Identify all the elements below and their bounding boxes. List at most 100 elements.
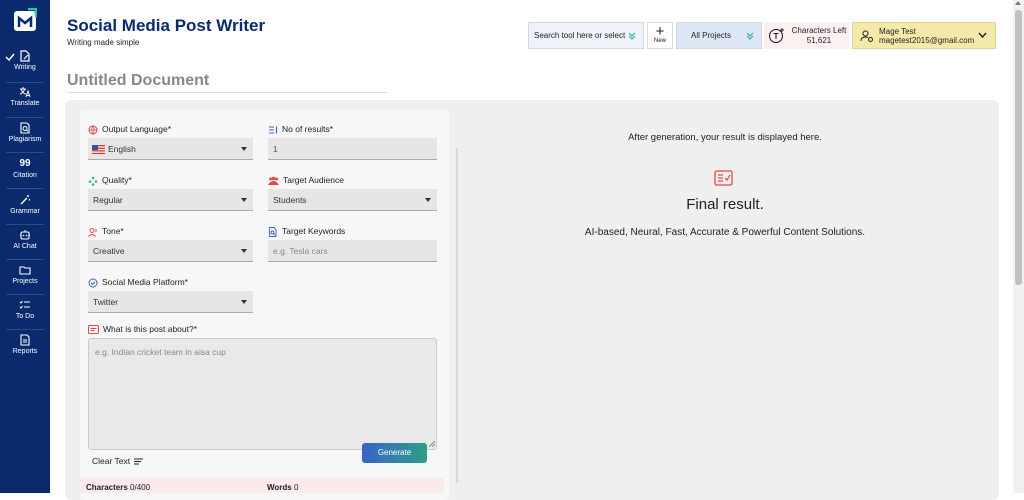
document-title[interactable]: Untitled Document [67,72,387,93]
message-icon [88,325,99,335]
new-label: New [653,38,666,44]
projects-select[interactable]: All Projects [676,22,762,49]
quality-value: Regular [93,195,123,205]
sparkle-icon [88,176,98,186]
new-button[interactable]: + New [647,22,673,49]
sidebar-item-label: Grammar [10,208,40,215]
target-audience-select[interactable]: Students [268,189,437,211]
speaker-person-icon [88,227,97,237]
about-textarea[interactable]: e.g. Indian cricket team in aisa cup [88,338,437,450]
about-label: What is this post about?* [88,324,197,335]
result-document-icon [714,170,733,186]
sidebar-item-label: Citation [13,172,37,179]
generate-button[interactable]: Generate [362,443,427,463]
sidebar-item-ai-chat[interactable]: AI Chat [0,229,50,250]
user-settings-icon [860,30,873,42]
target-keywords-input[interactable]: e.g. Tesla cars [268,240,437,262]
output-language-select[interactable]: English [88,138,253,160]
sidebar-item-label: Translate [10,100,40,107]
resize-handle-icon[interactable] [429,441,435,447]
list-number-icon [269,126,278,134]
quality-label: Quality* [88,175,132,186]
dropdown-arrow-icon [241,300,247,304]
sidebar-item-writing[interactable]: Writing [0,50,50,71]
characters-left-label: Characters Left [791,26,847,35]
platform-select[interactable]: Twitter [88,291,253,313]
quote-icon: 99 [19,158,31,169]
dropdown-arrow-icon [241,147,247,151]
panel-divider[interactable] [456,148,458,483]
characters-count: Characters 0/400 [86,483,151,492]
checklist-icon [19,300,30,309]
us-flag-icon [92,145,105,154]
app-logo[interactable] [13,8,37,32]
edit-icon [20,50,30,62]
app-title: Social Media Post Writer [67,16,266,35]
sidebar-item-citation[interactable]: 99 Citation [0,158,50,179]
platform-label: Social Media Platform* [88,277,188,288]
report-icon [20,334,30,346]
clear-text-button[interactable]: Clear Text [92,456,144,466]
text-stats-bar: Characters 0/400 Words 0 [80,478,444,493]
check-icon [5,53,15,62]
sidebar-item-grammar[interactable]: Grammar [0,194,50,215]
words-count: Words 0 [267,483,299,492]
target-audience-value: Students [273,195,307,205]
num-results-input[interactable]: 1 [268,138,437,160]
dropdown-arrow-icon [241,198,247,202]
translate-icon [19,87,31,98]
sidebar-item-plagiarism[interactable]: Plagiarism [0,122,50,143]
document-search-icon [20,122,30,134]
double-chevron-down-icon [746,32,754,40]
sidebar-item-label: Reports [12,348,38,355]
verified-check-icon [88,278,98,288]
output-language-label: Output Language* [88,124,171,135]
sidebar-item-label: AI Chat [13,243,37,250]
tone-select[interactable]: Creative [88,240,253,262]
target-audience-label: Target Audience [268,175,344,186]
user-menu[interactable]: Mage Test magetest2015@gmail.com [852,22,996,49]
sidebar-item-reports[interactable]: Reports [0,334,50,355]
sidebar: Writing Translate Plagiarism 99 Citation… [0,0,50,493]
num-results-label: No of results* [268,124,333,135]
document-search-icon [269,226,277,237]
target-keywords-label: Target Keywords [268,226,345,237]
sidebar-item-label: Projects [12,278,38,285]
scroll-up-arrow-icon[interactable] [1015,1,1021,5]
user-email: magetest2015@gmail.com [879,36,975,45]
sidebar-item-label: Plagiarism [8,136,42,143]
result-info-text: After generation, your result is display… [628,132,822,143]
result-description: AI-based, Neural, Fast, Accurate & Power… [584,227,866,238]
platform-value: Twitter [93,297,119,307]
globe-icon [88,125,98,135]
dropdown-arrow-icon [241,249,247,253]
sidebar-item-todo[interactable]: To Do [0,299,50,320]
double-chevron-down-icon [628,32,636,40]
clear-lines-icon [134,458,144,465]
sidebar-item-projects[interactable]: Projects [0,264,50,285]
characters-left-badge: Characters Left 51,621 [764,22,850,49]
tone-value: Creative [93,246,125,256]
user-name: Mage Test [879,27,916,36]
tone-label: Tone* [88,226,124,237]
output-language-value: English [108,144,136,154]
text-count-icon [768,28,784,44]
plus-icon: + [655,23,665,40]
projects-label: All Projects [691,31,732,40]
scrollbar-thumb[interactable] [1015,10,1022,285]
folder-icon [19,266,31,275]
app-subtitle: Writing made simple [67,38,140,47]
sidebar-item-translate[interactable]: Translate [0,86,50,107]
sidebar-item-label: Writing [14,64,36,71]
result-title: Final result. [686,196,764,213]
dropdown-arrow-icon [425,198,431,202]
magic-wand-icon [20,195,31,205]
chevron-down-icon [978,32,987,39]
robot-icon [20,230,30,240]
search-placeholder: Search tool here or select [534,31,626,40]
quality-select[interactable]: Regular [88,189,253,211]
tool-search-input[interactable]: Search tool here or select [528,22,644,49]
sidebar-item-label: To Do [15,313,35,320]
group-icon [268,176,279,185]
characters-left-value: 51,621 [806,36,832,45]
